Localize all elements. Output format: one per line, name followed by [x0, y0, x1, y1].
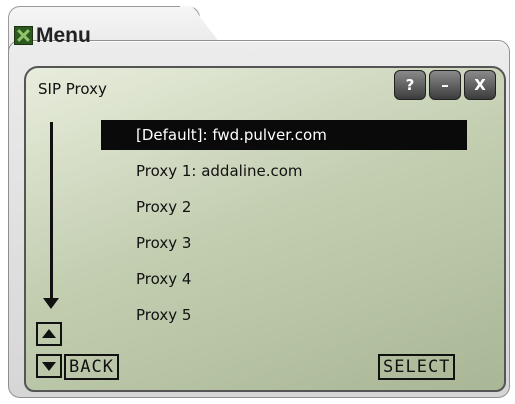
down-arrow-indicator-icon [50, 122, 53, 300]
scroll-down-button[interactable] [36, 354, 62, 378]
list-item-default-proxy[interactable]: [Default]: fwd.pulver.com [101, 120, 467, 150]
scroll-up-icon [42, 329, 56, 338]
list-item-proxy-3[interactable]: Proxy 3 [101, 228, 467, 258]
minimize-button[interactable]: – [429, 70, 461, 100]
window-title: Menu [36, 24, 91, 47]
list-item-proxy-4[interactable]: Proxy 4 [101, 264, 467, 294]
menu-app-icon [14, 26, 33, 45]
menu-window: Menu SIP Proxy ? – X [Default]: fwd.pulv… [4, 6, 510, 398]
select-button[interactable]: SELECT [378, 354, 456, 380]
list-item-proxy-5[interactable]: Proxy 5 [101, 300, 467, 330]
down-arrow-head-icon [43, 298, 59, 309]
close-button[interactable]: X [464, 70, 496, 100]
scroll-down-icon [42, 362, 56, 371]
panel-title: SIP Proxy [38, 80, 107, 98]
help-button[interactable]: ? [394, 70, 426, 100]
proxy-list: [Default]: fwd.pulver.com Proxy 1: addal… [101, 120, 467, 336]
list-item-proxy-2[interactable]: Proxy 2 [101, 192, 467, 222]
back-button[interactable]: BACK [64, 354, 119, 380]
list-item-proxy-1[interactable]: Proxy 1: addaline.com [101, 156, 467, 186]
scroll-up-button[interactable] [36, 322, 62, 346]
lcd-panel: SIP Proxy ? – X [Default]: fwd.pulver.co… [24, 66, 506, 392]
